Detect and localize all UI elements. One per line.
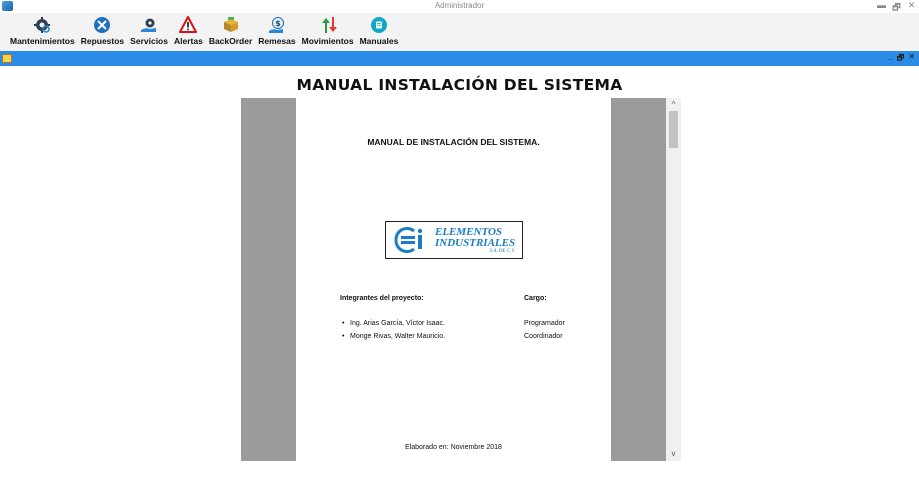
warning-icon	[178, 15, 198, 35]
toolbar-servicios-button[interactable]: Servicios	[127, 13, 171, 46]
toolbar-label: Alertas	[173, 36, 203, 46]
toolbar-label: Manuales	[359, 36, 399, 46]
toolbar-mantenimientos-button[interactable]: Mantenimientos	[7, 13, 78, 46]
child-minimize-button[interactable]: _	[888, 52, 892, 66]
window-title: Administrador	[434, 1, 485, 10]
member-role: Programador	[524, 320, 565, 327]
bullet-icon: •	[342, 333, 345, 340]
toolbar-label: Repuestos	[80, 36, 125, 46]
document-title: MANUAL DE INSTALACIÓN DEL SISTEMA.	[367, 137, 540, 147]
pdf-viewer[interactable]: MANUAL DE INSTALACIÓN DEL SISTEMA. ELEME…	[241, 98, 681, 461]
toolbar-backorder-button[interactable]: BackOrder	[206, 13, 255, 46]
child-window-controls: _ 🗗 ✕	[888, 52, 915, 66]
vertical-scrollbar[interactable]: ^ v	[666, 98, 681, 461]
svg-text:$: $	[275, 19, 281, 28]
toolbar-movimientos-button[interactable]: Movimientos	[299, 13, 357, 46]
scroll-thumb[interactable]	[669, 111, 678, 148]
member-role: Coordinador	[524, 333, 563, 340]
bullet-icon: •	[342, 320, 345, 327]
hand-gear-icon	[139, 15, 159, 35]
wrench-icon	[92, 15, 112, 35]
member-name: Ing. Arias García, Víctor Isaac.	[350, 320, 445, 327]
toolbar-label: BackOrder	[208, 36, 253, 46]
toolbar-label: Remesas	[258, 36, 296, 46]
scroll-down-button[interactable]: v	[666, 448, 681, 460]
scroll-up-button[interactable]: ^	[666, 99, 681, 111]
logo-line-2: INDUSTRIALES	[435, 236, 516, 249]
member-name: Monge Rivas, Walter Mauricio.	[350, 333, 446, 340]
members-header: Integrantes del proyecto:	[340, 295, 424, 302]
page-title: MANUAL INSTALACIÓN DEL SISTEMA	[296, 76, 623, 94]
up-down-arrows-icon	[318, 15, 338, 35]
child-close-button[interactable]: ✕	[908, 52, 915, 66]
title-bar: Administrador ▬ 🗗 ✕	[0, 0, 919, 13]
toolbar-label: Mantenimientos	[10, 36, 75, 46]
toolbar-repuestos-button[interactable]: Repuestos	[78, 13, 127, 46]
role-header: Cargo:	[524, 295, 547, 302]
box-icon	[221, 15, 241, 35]
book-icon	[369, 15, 389, 35]
main-toolbar: Mantenimientos Repuestos Servicios Alert…	[0, 13, 919, 51]
company-logo-text: ELEMENTOS INDUSTRIALES S.A. DE C.V.	[435, 225, 516, 254]
company-logo: ELEMENTOS INDUSTRIALES S.A. DE C.V.	[385, 221, 523, 259]
toolbar-alertas-button[interactable]: Alertas	[171, 13, 206, 46]
toolbar-manuales-button[interactable]: Manuales	[357, 13, 402, 46]
logo-line-3: S.A. DE C.V.	[489, 248, 516, 254]
toolbar-label: Servicios	[130, 36, 168, 46]
toolbar-remesas-button[interactable]: $ Remesas	[255, 13, 298, 46]
money-hand-icon: $	[267, 15, 287, 35]
document-footer: Elaborado en: Noviembre 2018	[405, 444, 502, 451]
child-window-bar: _ 🗗 ✕	[0, 51, 919, 66]
document-page: MANUAL DE INSTALACIÓN DEL SISTEMA. ELEME…	[296, 98, 611, 461]
company-logo-icon	[394, 226, 423, 254]
logo-line-1: ELEMENTOS	[435, 225, 503, 238]
child-window-icon	[2, 54, 12, 63]
child-restore-button[interactable]: 🗗	[897, 52, 905, 66]
toolbar-label: Movimientos	[301, 36, 354, 46]
gear-search-icon	[32, 15, 52, 35]
